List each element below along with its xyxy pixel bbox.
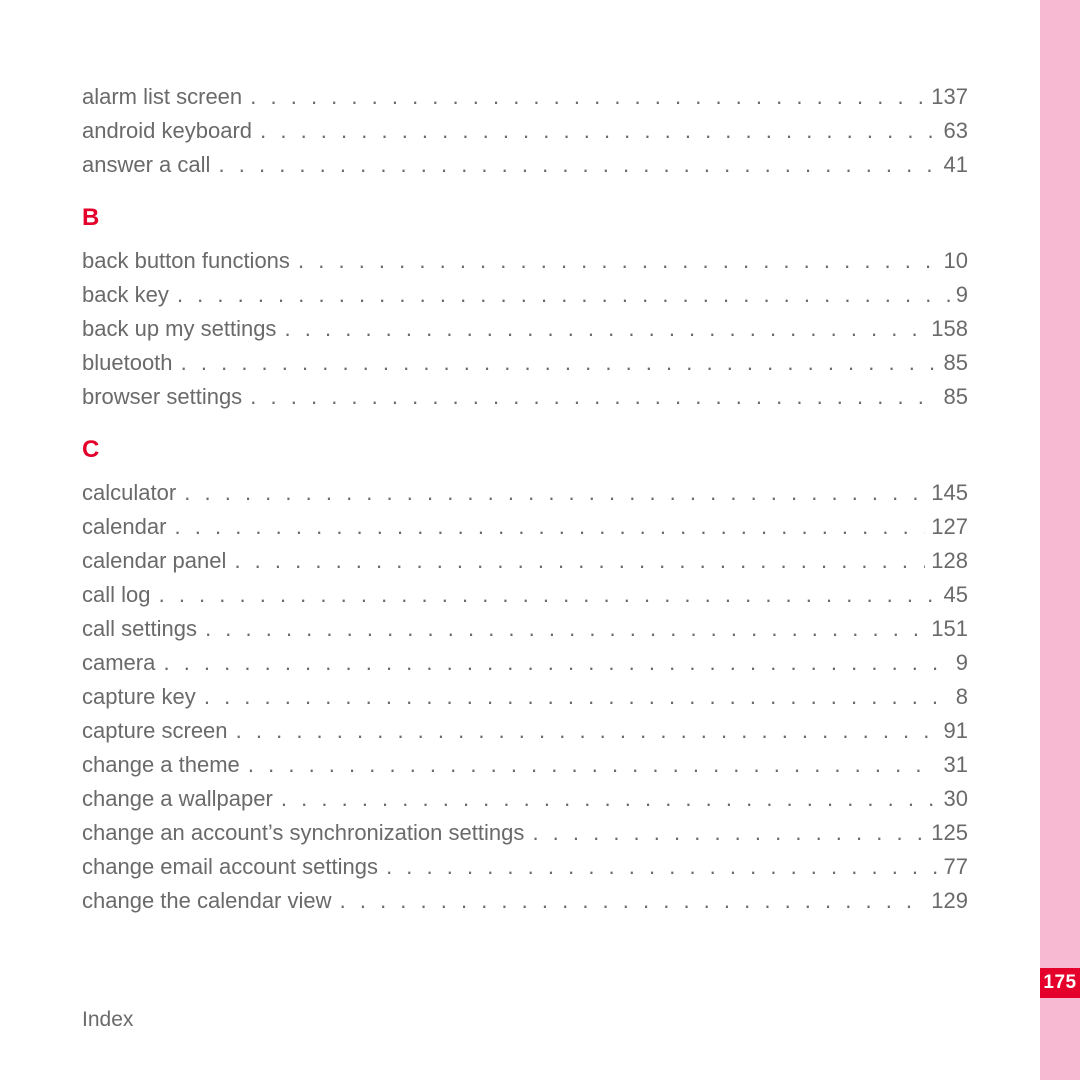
dot-leader: . . . . . . . . . . . . . . . . . . . . … [279, 788, 937, 810]
index-entry-page: 31 [937, 754, 968, 776]
dot-leader: . . . . . . . . . . . . . . . . . . . . … [246, 754, 938, 776]
index-entry-label: call log [82, 584, 157, 606]
index-entry-label: change a theme [82, 754, 246, 776]
index-entry-label: calculator [82, 482, 182, 504]
index-entry-label: calendar panel [82, 550, 232, 572]
page-number-tab: 175 [1040, 968, 1080, 998]
index-entry-label: capture key [82, 686, 202, 708]
index-page: alarm list screen . . . . . . . . . . . … [0, 0, 1040, 1080]
index-entry-label: capture screen [82, 720, 234, 742]
index-entry-page: 128 [925, 550, 968, 572]
dot-leader: . . . . . . . . . . . . . . . . . . . . … [173, 516, 926, 538]
index-entry[interactable]: alarm list screen . . . . . . . . . . . … [82, 86, 968, 108]
index-entry[interactable]: answer a call . . . . . . . . . . . . . … [82, 154, 968, 176]
index-entry-page: 41 [937, 154, 968, 176]
dot-leader: . . . . . . . . . . . . . . . . . . . . … [157, 584, 938, 606]
index-entry[interactable]: capture key . . . . . . . . . . . . . . … [82, 686, 968, 708]
index-entry[interactable]: call log . . . . . . . . . . . . . . . .… [82, 584, 968, 606]
index-entry-page: 129 [925, 890, 968, 912]
index-entry[interactable]: camera . . . . . . . . . . . . . . . . .… [82, 652, 968, 674]
dot-leader: . . . . . . . . . . . . . . . . . . . . … [530, 822, 925, 844]
index-entry-label: change the calendar view [82, 890, 338, 912]
index-entry-page: 145 [925, 482, 968, 504]
index-section-heading: C [82, 436, 968, 464]
index-entry-label: browser settings [82, 386, 248, 408]
dot-leader: . . . . . . . . . . . . . . . . . . . . … [384, 856, 937, 878]
page-number: 175 [1043, 972, 1076, 994]
index-entry-page: 151 [925, 618, 968, 640]
index-entry-page: 30 [937, 788, 968, 810]
dot-leader: . . . . . . . . . . . . . . . . . . . . … [283, 318, 926, 340]
index-entry-page: 45 [937, 584, 968, 606]
index-entry[interactable]: calendar panel . . . . . . . . . . . . .… [82, 550, 968, 572]
index-entry-page: 9 [950, 284, 968, 306]
index-entry-page: 63 [937, 120, 968, 142]
dot-leader: . . . . . . . . . . . . . . . . . . . . … [161, 652, 949, 674]
index-entry-page: 91 [937, 720, 968, 742]
index-entry-label: change an account’s synchronization sett… [82, 822, 530, 844]
index-entry[interactable]: capture screen . . . . . . . . . . . . .… [82, 720, 968, 742]
index-entry[interactable]: back up my settings . . . . . . . . . . … [82, 318, 968, 340]
dot-leader: . . . . . . . . . . . . . . . . . . . . … [232, 550, 925, 572]
index-entry-label: answer a call [82, 154, 217, 176]
index-entry[interactable]: android keyboard . . . . . . . . . . . .… [82, 120, 968, 142]
dot-leader: . . . . . . . . . . . . . . . . . . . . … [248, 386, 937, 408]
footer-label: Index [82, 1008, 133, 1032]
index-entry-page: 127 [925, 516, 968, 538]
index-entry[interactable]: calculator . . . . . . . . . . . . . . .… [82, 482, 968, 504]
side-accent-bar [1040, 0, 1080, 1080]
index-section-heading: B [82, 204, 968, 232]
index-entry[interactable]: back button functions . . . . . . . . . … [82, 250, 968, 272]
index-entry-label: call settings [82, 618, 203, 640]
dot-leader: . . . . . . . . . . . . . . . . . . . . … [203, 618, 925, 640]
index-entry[interactable]: change the calendar view . . . . . . . .… [82, 890, 968, 912]
dot-leader: . . . . . . . . . . . . . . . . . . . . … [202, 686, 950, 708]
index-entry-label: camera [82, 652, 161, 674]
index-entry-page: 85 [937, 386, 968, 408]
index-entry-page: 10 [937, 250, 968, 272]
dot-leader: . . . . . . . . . . . . . . . . . . . . … [217, 154, 938, 176]
index-entry[interactable]: back key . . . . . . . . . . . . . . . .… [82, 284, 968, 306]
index-entry[interactable]: change a wallpaper . . . . . . . . . . .… [82, 788, 968, 810]
index-entry-label: change email account settings [82, 856, 384, 878]
index-entry[interactable]: calendar . . . . . . . . . . . . . . . .… [82, 516, 968, 538]
index-entry-label: android keyboard [82, 120, 258, 142]
index-entry-label: calendar [82, 516, 173, 538]
index-entry[interactable]: change a theme . . . . . . . . . . . . .… [82, 754, 968, 776]
dot-leader: . . . . . . . . . . . . . . . . . . . . … [182, 482, 925, 504]
index-entry[interactable]: change an account’s synchronization sett… [82, 822, 968, 844]
dot-leader: . . . . . . . . . . . . . . . . . . . . … [234, 720, 938, 742]
index-entry-page: 158 [925, 318, 968, 340]
index-entry[interactable]: call settings . . . . . . . . . . . . . … [82, 618, 968, 640]
dot-leader: . . . . . . . . . . . . . . . . . . . . … [338, 890, 926, 912]
index-entry-label: bluetooth [82, 352, 179, 374]
index-entry[interactable]: browser settings . . . . . . . . . . . .… [82, 386, 968, 408]
dot-leader: . . . . . . . . . . . . . . . . . . . . … [296, 250, 937, 272]
dot-leader: . . . . . . . . . . . . . . . . . . . . … [175, 284, 950, 306]
index-entry-page: 137 [925, 86, 968, 108]
dot-leader: . . . . . . . . . . . . . . . . . . . . … [179, 352, 938, 374]
index-entry-page: 8 [950, 686, 968, 708]
index-entry-label: change a wallpaper [82, 788, 279, 810]
index-entry-page: 9 [950, 652, 968, 674]
index-entry[interactable]: change email account settings . . . . . … [82, 856, 968, 878]
index-entry-label: back key [82, 284, 175, 306]
index-entry-label: back up my settings [82, 318, 283, 340]
index-entry-page: 125 [925, 822, 968, 844]
index-entry-page: 85 [937, 352, 968, 374]
index-entry-label: alarm list screen [82, 86, 248, 108]
index-entry[interactable]: bluetooth . . . . . . . . . . . . . . . … [82, 352, 968, 374]
index-entry-page: 77 [937, 856, 968, 878]
dot-leader: . . . . . . . . . . . . . . . . . . . . … [258, 120, 937, 142]
index-entry-label: back button functions [82, 250, 296, 272]
dot-leader: . . . . . . . . . . . . . . . . . . . . … [248, 86, 925, 108]
